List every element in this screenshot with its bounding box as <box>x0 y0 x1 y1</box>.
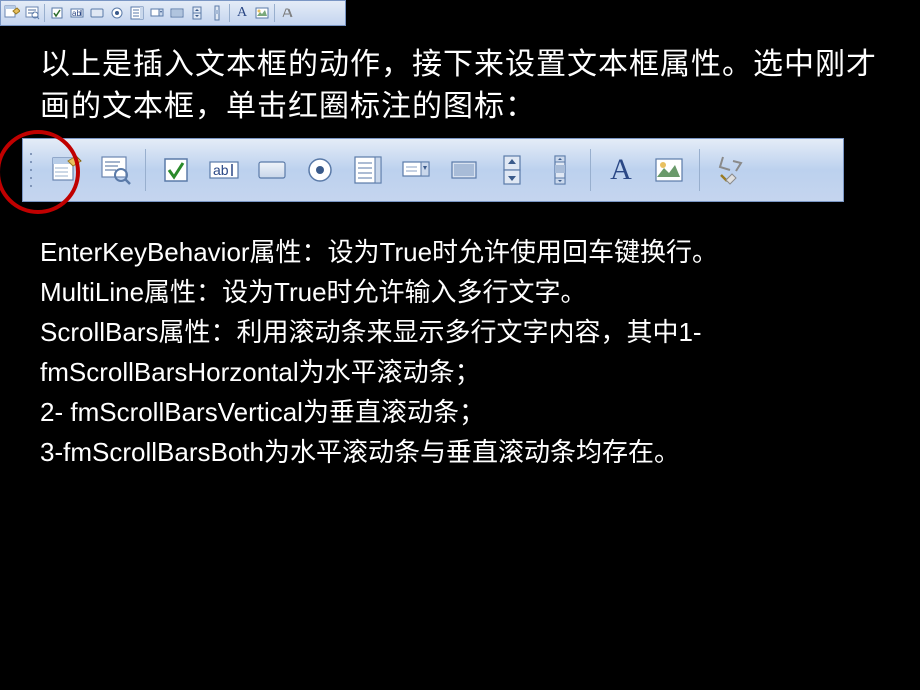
command-button-icon[interactable] <box>88 4 106 22</box>
prop-multiline-line: MultiLine属性：设为True时允许输入多行文字。 <box>40 272 880 312</box>
svg-text:ab: ab <box>72 9 81 18</box>
properties-icon[interactable] <box>3 4 21 22</box>
separator <box>229 4 230 22</box>
separator <box>699 149 700 191</box>
prop-scrollbars-line: ScrollBars属性：利用滚动条来显示多行文字内容，其中1-fmScroll… <box>40 312 880 392</box>
label-a-icon[interactable]: A <box>233 4 251 22</box>
listbox-icon[interactable] <box>128 4 146 22</box>
separator <box>274 4 275 22</box>
toolbar-grip[interactable] <box>29 150 35 190</box>
spin-button-icon[interactable] <box>492 150 532 190</box>
combobox-icon[interactable] <box>396 150 436 190</box>
properties-icon[interactable] <box>47 150 87 190</box>
control-toolbox-toolbar-big: ab A <box>22 138 844 202</box>
label-a-icon[interactable]: A <box>601 150 641 190</box>
image-icon[interactable] <box>253 4 271 22</box>
combobox-icon[interactable] <box>148 4 166 22</box>
command-button-icon[interactable] <box>252 150 292 190</box>
separator <box>590 149 591 191</box>
checkbox-icon[interactable] <box>156 150 196 190</box>
prop-scrollbars-both-line: 3-fmScrollBarsBoth为水平滚动条与垂直滚动条均存在。 <box>40 432 880 472</box>
textbox-icon[interactable]: ab <box>204 150 244 190</box>
option-button-icon[interactable] <box>300 150 340 190</box>
more-controls-icon[interactable] <box>710 150 750 190</box>
spin-button-icon[interactable] <box>188 4 206 22</box>
checkbox-icon[interactable] <box>48 4 66 22</box>
separator <box>145 149 146 191</box>
more-controls-icon[interactable] <box>278 4 296 22</box>
textbox-icon[interactable]: ab <box>68 4 86 22</box>
toggle-icon[interactable] <box>444 150 484 190</box>
instruction-text-1: 以上是插入文本框的动作，接下来设置文本框属性。选中刚才画的文本框，单击红圈标注的… <box>0 26 920 138</box>
listbox-icon[interactable] <box>348 150 388 190</box>
scrollbar-icon[interactable] <box>208 4 226 22</box>
view-code-icon[interactable] <box>95 150 135 190</box>
option-button-icon[interactable] <box>108 4 126 22</box>
prop-enterkey-line: EnterKeyBehavior属性：设为True时允许使用回车键换行。 <box>40 232 880 272</box>
instruction-text-2: EnterKeyBehavior属性：设为True时允许使用回车键换行。 Mul… <box>0 202 920 472</box>
scrollbar-icon[interactable] <box>540 150 580 190</box>
toggle-icon[interactable] <box>168 4 186 22</box>
svg-text:ab: ab <box>213 162 229 178</box>
view-code-icon[interactable] <box>23 4 41 22</box>
image-icon[interactable] <box>649 150 689 190</box>
prop-scrollbars-vertical-line: 2- fmScrollBarsVertical为垂直滚动条； <box>40 392 880 432</box>
control-toolbox-toolbar-small: ab A <box>0 0 346 26</box>
separator <box>44 4 45 22</box>
toolbar-container: ab A <box>0 138 920 202</box>
